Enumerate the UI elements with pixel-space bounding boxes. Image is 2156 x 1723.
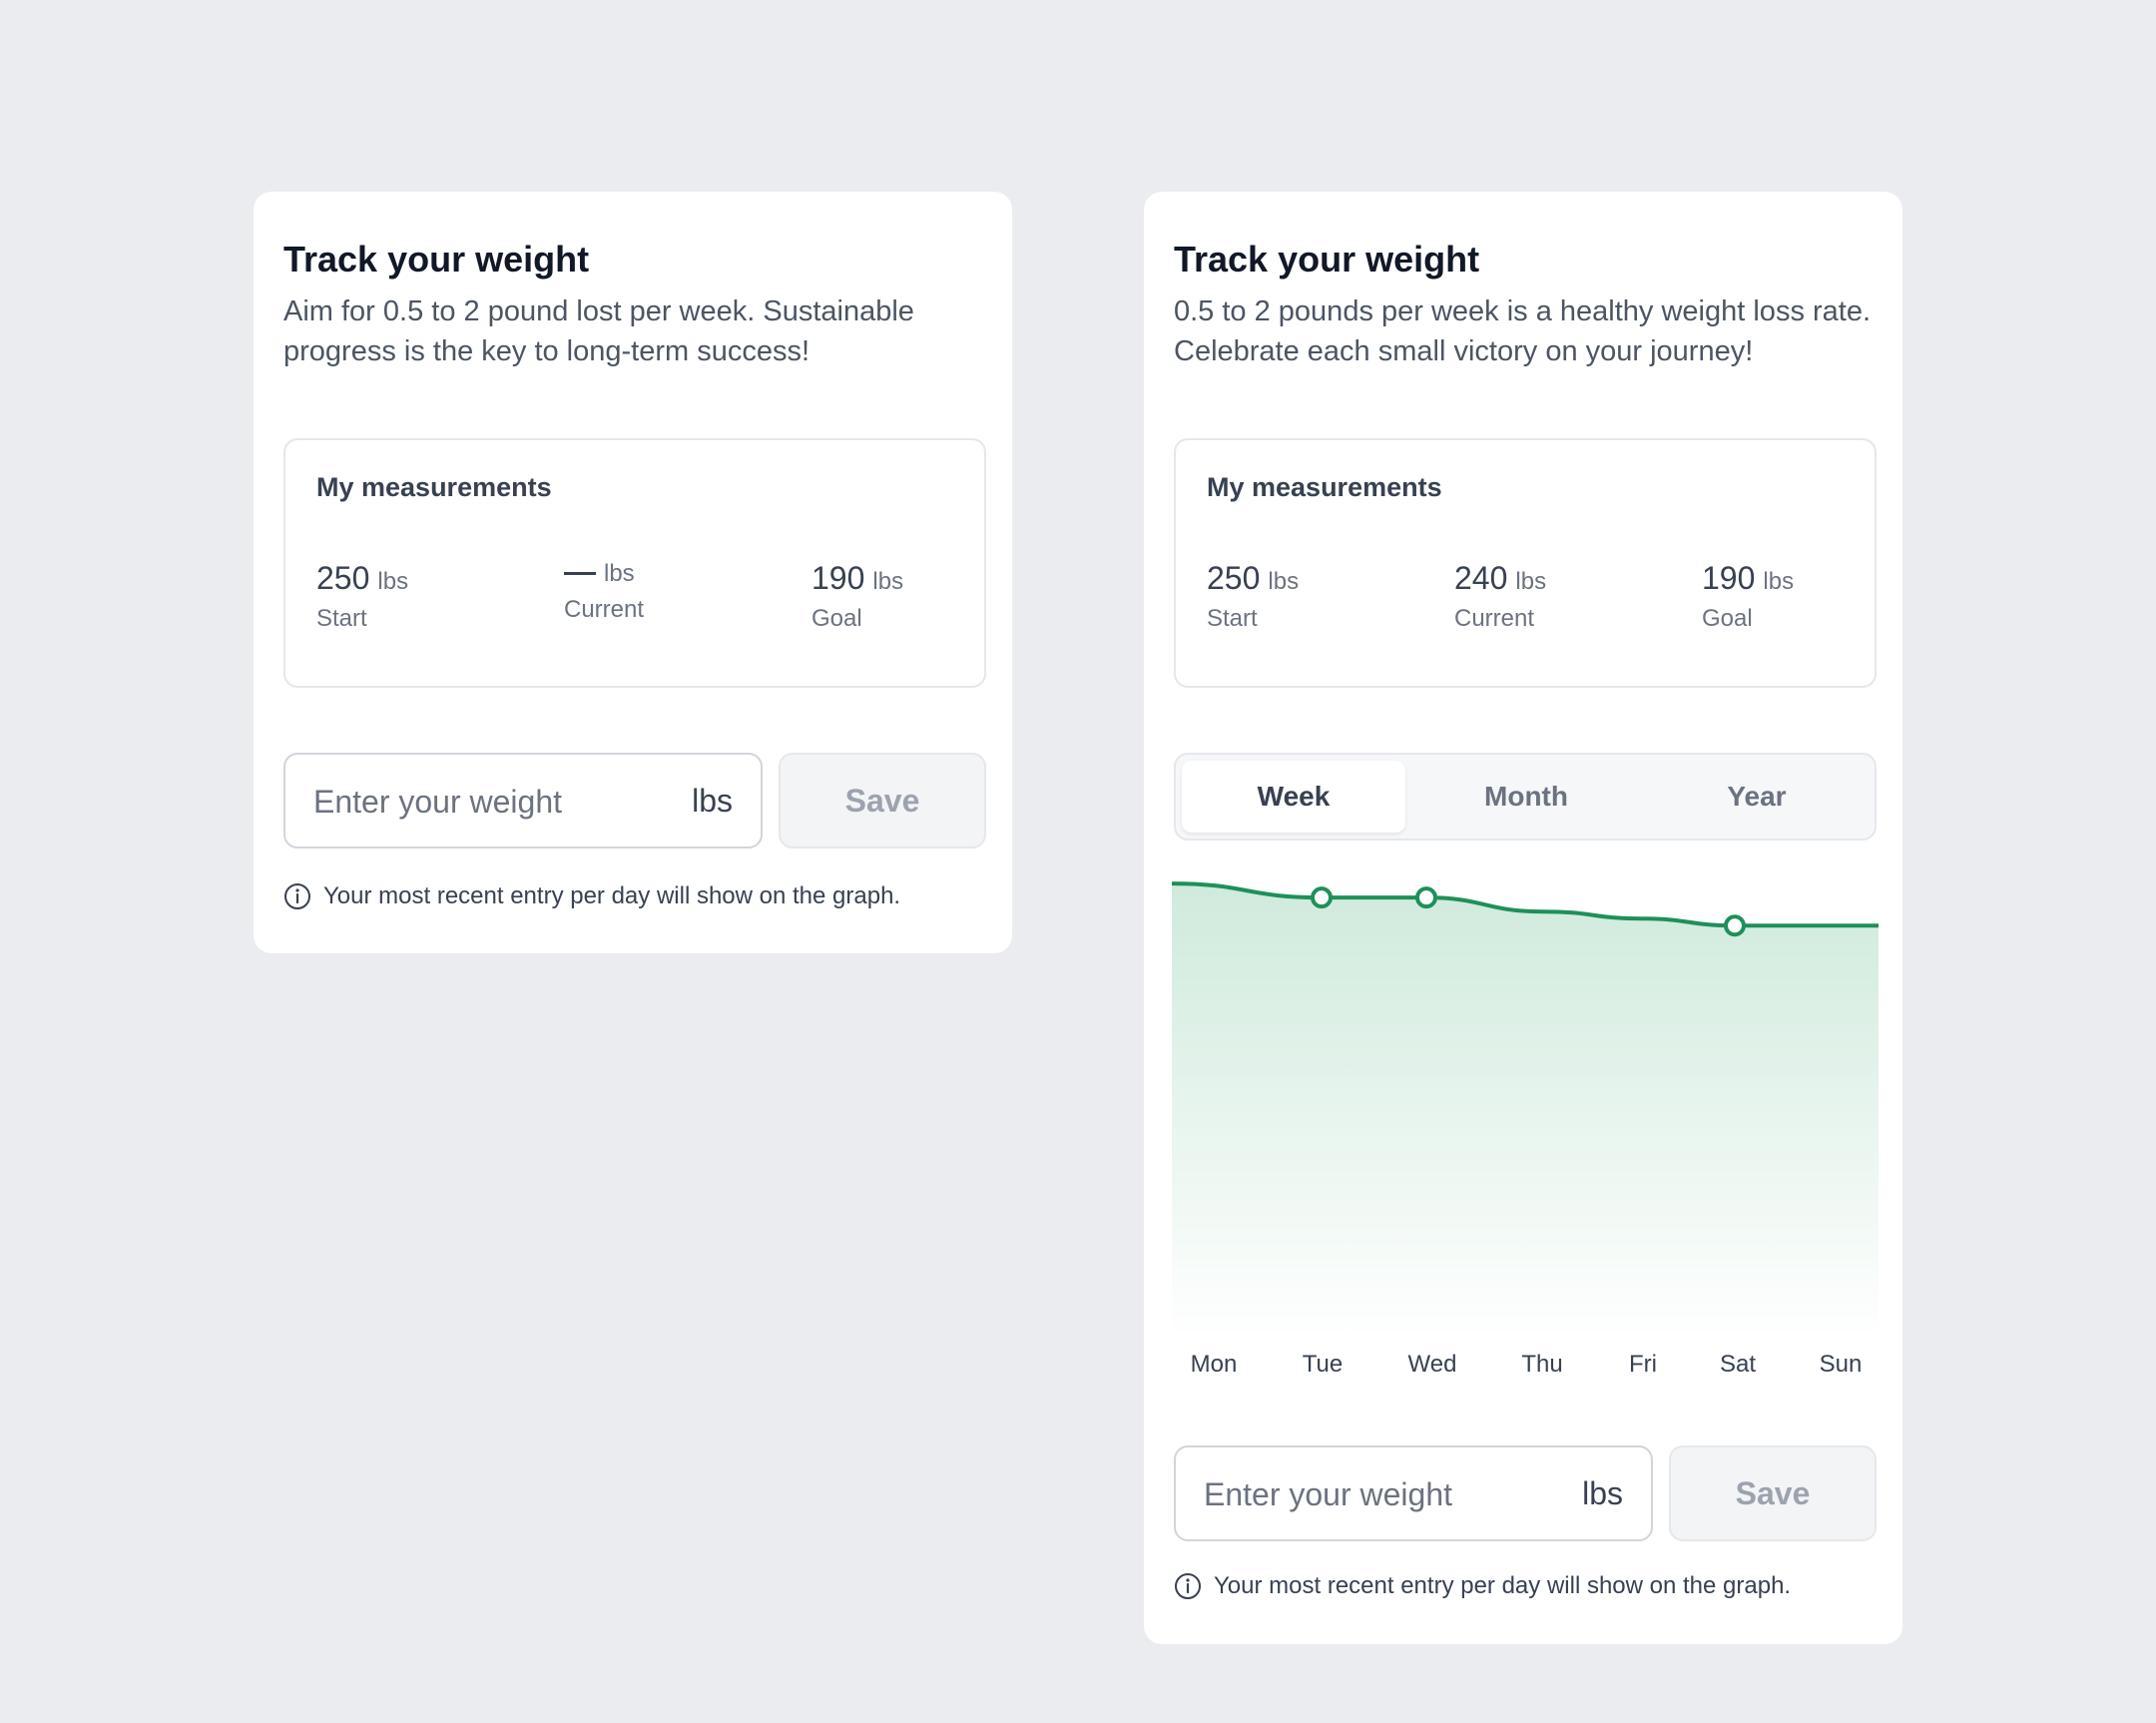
goal-value: 190 — [811, 560, 865, 596]
info-text: Your most recent entry per day will show… — [323, 882, 901, 909]
current-unit: lbs — [1515, 568, 1547, 595]
stat-start: 250 lbs Start — [1207, 560, 1299, 633]
tab-month[interactable]: Month — [1414, 761, 1638, 833]
start-label: Start — [1207, 605, 1258, 632]
stat-goal: 190 lbs Goal — [1702, 560, 1794, 633]
tab-year[interactable]: Year — [1645, 761, 1869, 833]
x-tick-label-wed: Wed — [1408, 1351, 1457, 1378]
weight-tracker-card: Track your weight Aim for 0.5 to 2 pound… — [254, 192, 1012, 953]
x-tick-label-sat: Sat — [1720, 1351, 1756, 1378]
input-unit-label: lbs — [1582, 1475, 1623, 1511]
empty-value-dash — [564, 572, 596, 576]
measurements-title: My measurements — [1207, 472, 1442, 502]
card-description: Aim for 0.5 to 2 pound lost per week. Su… — [283, 295, 914, 367]
info-icon — [1175, 1573, 1201, 1599]
weight-entry-row: lbs Save — [283, 753, 986, 849]
chart-point-sat[interactable] — [1724, 914, 1746, 937]
x-tick-label-sun: Sun — [1820, 1351, 1863, 1378]
card-description: 0.5 to 2 pounds per week is a healthy we… — [1174, 295, 1872, 367]
weight-input-field[interactable]: lbs — [1174, 1445, 1653, 1541]
x-tick-label-tue: Tue — [1303, 1351, 1343, 1378]
weight-input[interactable] — [311, 755, 655, 849]
period-tabs: Week Month Year — [1174, 753, 1877, 841]
measurements-panel: My measurements 250 lbs Start 240 lbs Curr… — [1174, 438, 1877, 688]
weight-input[interactable] — [1202, 1447, 1545, 1541]
weight-input-field[interactable]: lbs — [283, 753, 763, 849]
start-unit: lbs — [377, 568, 409, 595]
input-unit-label: lbs — [692, 783, 733, 819]
stat-current: 240 lbs Current — [1454, 560, 1546, 633]
save-button[interactable]: Save — [779, 753, 986, 849]
goal-unit: lbs — [872, 568, 904, 595]
save-button[interactable]: Save — [1669, 1445, 1877, 1541]
goal-unit: lbs — [1763, 568, 1795, 595]
measurements-panel: My measurements 250 lbs Start lbs Current… — [283, 438, 986, 688]
current-value: 240 — [1454, 560, 1508, 596]
x-tick-label-mon: Mon — [1191, 1351, 1238, 1378]
goal-value: 190 — [1702, 560, 1756, 596]
start-value: 250 — [1207, 560, 1261, 596]
tab-week[interactable]: Week — [1182, 761, 1405, 833]
weight-chart-svg: Mon Tue Wed Thu Fri Sat Sun — [1172, 881, 1879, 1378]
x-tick-label-fri: Fri — [1629, 1351, 1657, 1378]
weight-chart: Mon Tue Wed Thu Fri Sat Sun — [1172, 862, 1879, 1382]
stat-start: 250 lbs Start — [316, 560, 408, 633]
weight-tracker-card-with-graph: Track your weight 0.5 to 2 pounds per we… — [1144, 192, 1902, 1644]
info-note: Your most recent entry per day will show… — [1174, 1572, 1791, 1600]
info-icon — [284, 883, 310, 909]
info-note: Your most recent entry per day will show… — [283, 882, 900, 910]
start-unit: lbs — [1268, 568, 1300, 595]
card-title: Track your weight — [283, 239, 590, 280]
chart-point-wed[interactable] — [1415, 886, 1437, 909]
chart-point-tue[interactable] — [1311, 886, 1333, 909]
stat-current: lbs Current — [564, 560, 644, 624]
goal-label: Goal — [1702, 605, 1753, 632]
measurements-title: My measurements — [316, 472, 552, 502]
start-label: Start — [316, 605, 367, 632]
current-label: Current — [564, 596, 645, 623]
card-title: Track your weight — [1174, 239, 1480, 280]
current-unit: lbs — [604, 560, 635, 587]
stat-goal: 190 lbs Goal — [811, 560, 903, 633]
current-label: Current — [1454, 605, 1535, 632]
x-tick-label-thu: Thu — [1521, 1351, 1562, 1378]
start-value: 250 — [316, 560, 370, 596]
info-text: Your most recent entry per day will show… — [1214, 1572, 1792, 1599]
goal-label: Goal — [811, 605, 862, 632]
chart-area-fill — [1172, 883, 1879, 1340]
weight-entry-row: lbs Save — [1174, 1445, 1877, 1541]
